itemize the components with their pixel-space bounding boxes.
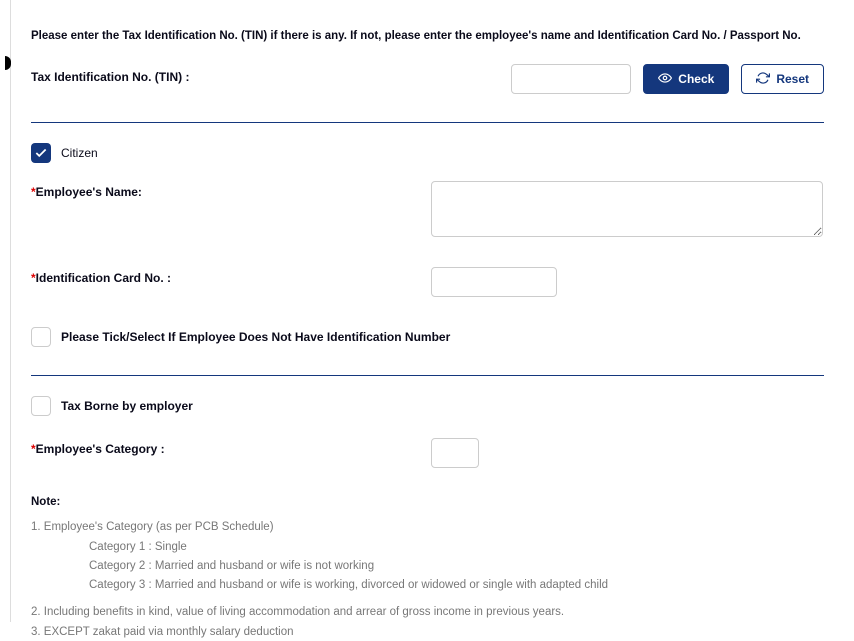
employee-name-label: Employee's Name: <box>36 185 142 199</box>
reset-button[interactable]: Reset <box>741 64 824 94</box>
note-line1-head: 1. Employee's Category (as per PCB Sched… <box>31 519 824 536</box>
refresh-icon <box>756 71 770 88</box>
check-button[interactable]: Check <box>643 64 729 94</box>
divider <box>31 122 824 123</box>
id-no-label: Identification Card No. : <box>36 271 171 285</box>
employee-name-input[interactable] <box>431 181 823 237</box>
note-cat2: Category 2 : Married and husband or wife… <box>89 558 824 575</box>
citizen-label: Citizen <box>61 146 98 160</box>
category-label: Employee's Category : <box>36 442 165 456</box>
id-no-input[interactable] <box>431 267 557 297</box>
divider <box>31 375 824 376</box>
tin-label: Tax Identification No. (TIN) : <box>31 64 511 84</box>
note-block: Note: 1. Employee's Category (as per PCB… <box>31 494 824 641</box>
tax-borne-label: Tax Borne by employer <box>61 399 193 413</box>
no-id-checkbox[interactable] <box>31 327 51 347</box>
note-cat1: Category 1 : Single <box>89 539 824 556</box>
citizen-checkbox[interactable] <box>31 143 51 163</box>
eye-icon <box>658 71 672 88</box>
note-head: Note: <box>31 494 824 511</box>
check-icon <box>34 146 48 160</box>
no-id-label: Please Tick/Select If Employee Does Not … <box>61 330 450 344</box>
left-edge-stub <box>5 56 11 70</box>
reset-button-label: Reset <box>776 72 809 86</box>
note-cat3: Category 3 : Married and husband or wife… <box>89 577 824 594</box>
tin-input[interactable] <box>511 64 631 94</box>
instruction-text: Please enter the Tax Identification No. … <box>31 30 824 42</box>
tax-borne-checkbox[interactable] <box>31 396 51 416</box>
note-line3: 3. EXCEPT zakat paid via monthly salary … <box>31 624 824 641</box>
category-input[interactable] <box>431 438 479 468</box>
note-line2: 2. Including benefits in kind, value of … <box>31 604 824 621</box>
check-button-label: Check <box>678 72 714 86</box>
